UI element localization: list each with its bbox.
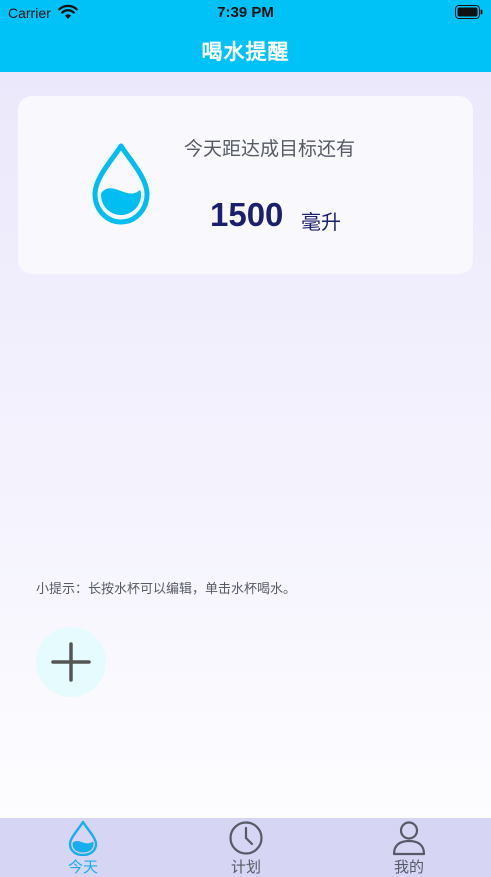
water-drop-icon: [68, 820, 98, 856]
status-bar: Carrier 7:39 PM: [0, 0, 491, 26]
tab-label-plan: 计划: [230, 858, 261, 876]
page-title: 喝水提醒: [201, 40, 290, 64]
water-drop-icon: [92, 143, 150, 225]
tip-text: 小提示：长按水杯可以编辑，单击水杯喝水。: [36, 582, 297, 597]
tab-label-today: 今天: [67, 858, 98, 876]
plus-icon: [51, 642, 91, 682]
tab-today[interactable]: 今天: [23, 818, 143, 877]
tab-bar: 今天 计划 我的: [0, 818, 491, 877]
status-time: 7:39 PM: [217, 4, 274, 21]
goal-unit: 毫升: [301, 210, 341, 234]
battery-icon: [455, 5, 483, 19]
person-icon: [392, 821, 426, 856]
clock-icon: [229, 821, 263, 855]
tab-plan[interactable]: 计划: [186, 818, 306, 877]
goal-card: 今天距达成目标还有 1500 毫升: [18, 96, 473, 274]
navigation-bar: 喝水提醒: [0, 26, 491, 72]
goal-label: 今天距达成目标还有: [184, 138, 356, 160]
tab-mine[interactable]: 我的: [349, 818, 469, 877]
tab-label-mine: 我的: [393, 858, 424, 876]
add-cup-button[interactable]: [36, 627, 106, 697]
main-content: 今天距达成目标还有 1500 毫升 小提示：长按水杯可以编辑，单击水杯喝水。: [0, 72, 491, 818]
goal-remaining-amount: 1500: [210, 196, 284, 233]
